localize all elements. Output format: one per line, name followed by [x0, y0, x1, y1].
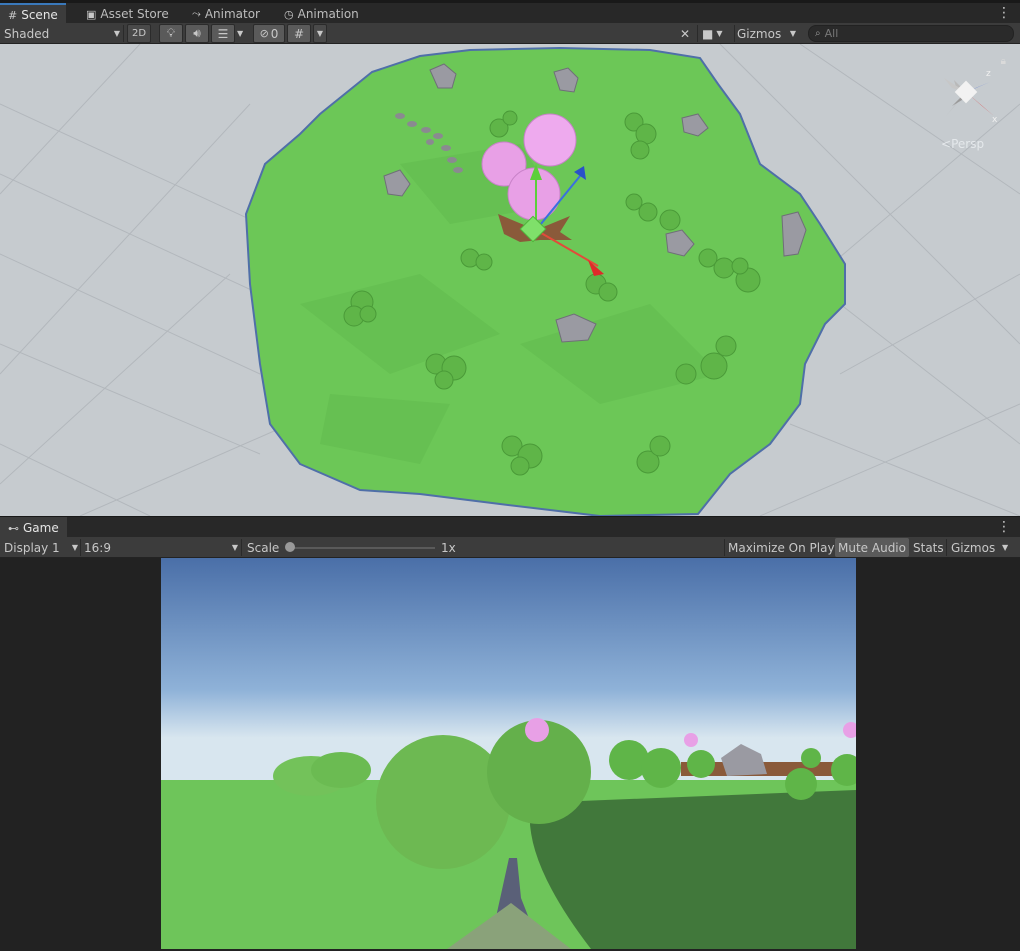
audio-toggle[interactable]: 🔊︎	[185, 24, 209, 43]
lightbulb-icon: 💡︎	[166, 26, 176, 40]
scene-toolbar: Shaded ▼ 2D 💡︎ 🔊︎ ☰ ▼ ⊘ 0 # ▼ ✕ ■ ▼ Gizm…	[0, 23, 1020, 44]
scene-search-input[interactable]: ⌕ All	[808, 25, 1014, 42]
chevron-down-icon: ▼	[716, 29, 723, 38]
toolbar-divider	[241, 539, 242, 556]
scale-slider-track	[289, 547, 435, 549]
toggle-2d-label: 2D	[131, 28, 147, 39]
scale-value: 1x	[441, 540, 456, 555]
game-toolbar: Display 1 ▼ 16:9 ▼ Scale 1x Maximize On …	[0, 537, 1020, 558]
scene-gizmos-button[interactable]: Gizmos	[737, 24, 783, 43]
effects-toggle[interactable]: ☰	[211, 24, 235, 43]
tree-shadow	[529, 790, 856, 949]
grid-snap-icon: #	[293, 26, 305, 41]
layers-icon: ☰	[217, 26, 229, 41]
gamepad-icon: ⊷	[8, 521, 19, 535]
game-render	[161, 558, 856, 949]
chevron-down-icon: ▼	[789, 29, 797, 38]
orientation-gizmo[interactable]: z x	[944, 69, 998, 125]
toolbar-divider	[724, 539, 725, 556]
aspect-dropdown[interactable]: 16:9 ▼	[84, 538, 238, 557]
hidden-count: 0	[270, 26, 279, 41]
tab-asset-store-label: Asset Store	[100, 7, 169, 21]
game-viewport[interactable]	[161, 558, 856, 949]
bag-icon: ▣	[86, 7, 97, 21]
chevron-down-icon: ▼	[113, 29, 120, 38]
toolbar-divider	[123, 25, 124, 42]
clock-icon: ◷	[284, 7, 294, 21]
grid-toggle[interactable]: #	[287, 24, 311, 43]
speaker-icon: 🔊︎	[193, 26, 201, 40]
lighting-toggle[interactable]: 💡︎	[159, 24, 183, 43]
chevron-down-icon: ▼	[1002, 543, 1009, 552]
lock-icon[interactable]: 🔒︎	[1001, 56, 1006, 67]
draw-mode-label: Shaded	[4, 26, 50, 41]
toolbar-divider	[697, 25, 698, 42]
scene-render: z x	[0, 44, 1020, 516]
grid-icon: #	[8, 8, 18, 22]
display-label: Display 1	[4, 540, 60, 555]
search-icon: ⌕	[815, 28, 821, 39]
chevron-down-icon: ▼	[316, 29, 324, 38]
scale-slider-thumb[interactable]	[285, 542, 295, 552]
tab-animator-label: Animator	[204, 7, 260, 21]
tab-scene-label: Scene	[21, 8, 58, 22]
projection-toggle[interactable]: <Persp	[941, 137, 984, 151]
game-tab-bar: ⊷ Game ⋮	[0, 517, 1020, 539]
toggle-2d-button[interactable]: 2D	[127, 24, 151, 43]
scale-slider[interactable]	[285, 538, 435, 557]
draw-mode-dropdown[interactable]: Shaded ▼	[4, 24, 120, 43]
axis-x-label: x	[992, 115, 998, 125]
tab-asset-store[interactable]: ▣ Asset Store	[78, 3, 177, 25]
scale-label: Scale	[247, 540, 280, 555]
mute-audio-button[interactable]: Mute Audio	[835, 538, 909, 557]
scene-gizmos-label: Gizmos	[737, 26, 782, 41]
toolbar-divider	[734, 25, 735, 42]
game-gizmos-dropdown[interactable]: ▼	[1002, 538, 1014, 557]
scene-gizmos-dropdown[interactable]: ▼	[786, 24, 800, 43]
game-more-menu-icon[interactable]: ⋮	[997, 520, 1011, 534]
grid-dropdown[interactable]: ▼	[313, 24, 327, 43]
tools-button[interactable]: ✕	[676, 24, 694, 43]
axis-z-label: z	[986, 69, 991, 79]
tab-game-label: Game	[23, 521, 59, 535]
game-gizmos-button[interactable]: Gizmos	[951, 538, 995, 557]
toolbar-divider	[946, 539, 947, 556]
effects-dropdown[interactable]: ▼	[237, 24, 249, 43]
camera-icon: ■	[702, 26, 714, 41]
chevron-down-icon: ▼	[237, 29, 244, 38]
projection-label: Persp	[951, 137, 985, 151]
tab-animator[interactable]: ⤳ Animator	[184, 3, 268, 25]
scene-tab-bar: # Scene ▣ Asset Store ⤳ Animator ◷ Anima…	[0, 3, 1020, 25]
scene-visibility-toggle[interactable]: ⊘ 0	[253, 24, 285, 43]
chevron-down-icon: ▼	[71, 543, 78, 552]
scene-viewport[interactable]: z x <Persp 🔒︎	[0, 44, 1020, 516]
stats-button[interactable]: Stats	[913, 538, 944, 557]
tab-animation-label: Animation	[297, 7, 359, 21]
camera-settings-dropdown[interactable]: ■ ▼	[702, 24, 732, 43]
display-dropdown[interactable]: Display 1 ▼	[4, 538, 78, 557]
wrench-icon: ✕	[679, 26, 691, 41]
eye-slash-icon: ⊘	[259, 27, 269, 40]
animator-icon: ⤳	[192, 7, 201, 20]
tab-scene[interactable]: # Scene	[0, 3, 66, 25]
maximize-on-play-button[interactable]: Maximize On Play	[728, 538, 835, 557]
scene-more-menu-icon[interactable]: ⋮	[997, 6, 1011, 20]
aspect-label: 16:9	[84, 540, 111, 555]
back-arrow-icon: <	[941, 137, 952, 151]
toolbar-divider	[80, 539, 81, 556]
chevron-down-icon: ▼	[231, 543, 238, 552]
tab-game[interactable]: ⊷ Game	[0, 517, 67, 539]
scene-search-placeholder: All	[824, 27, 839, 40]
tab-animation[interactable]: ◷ Animation	[276, 3, 367, 25]
